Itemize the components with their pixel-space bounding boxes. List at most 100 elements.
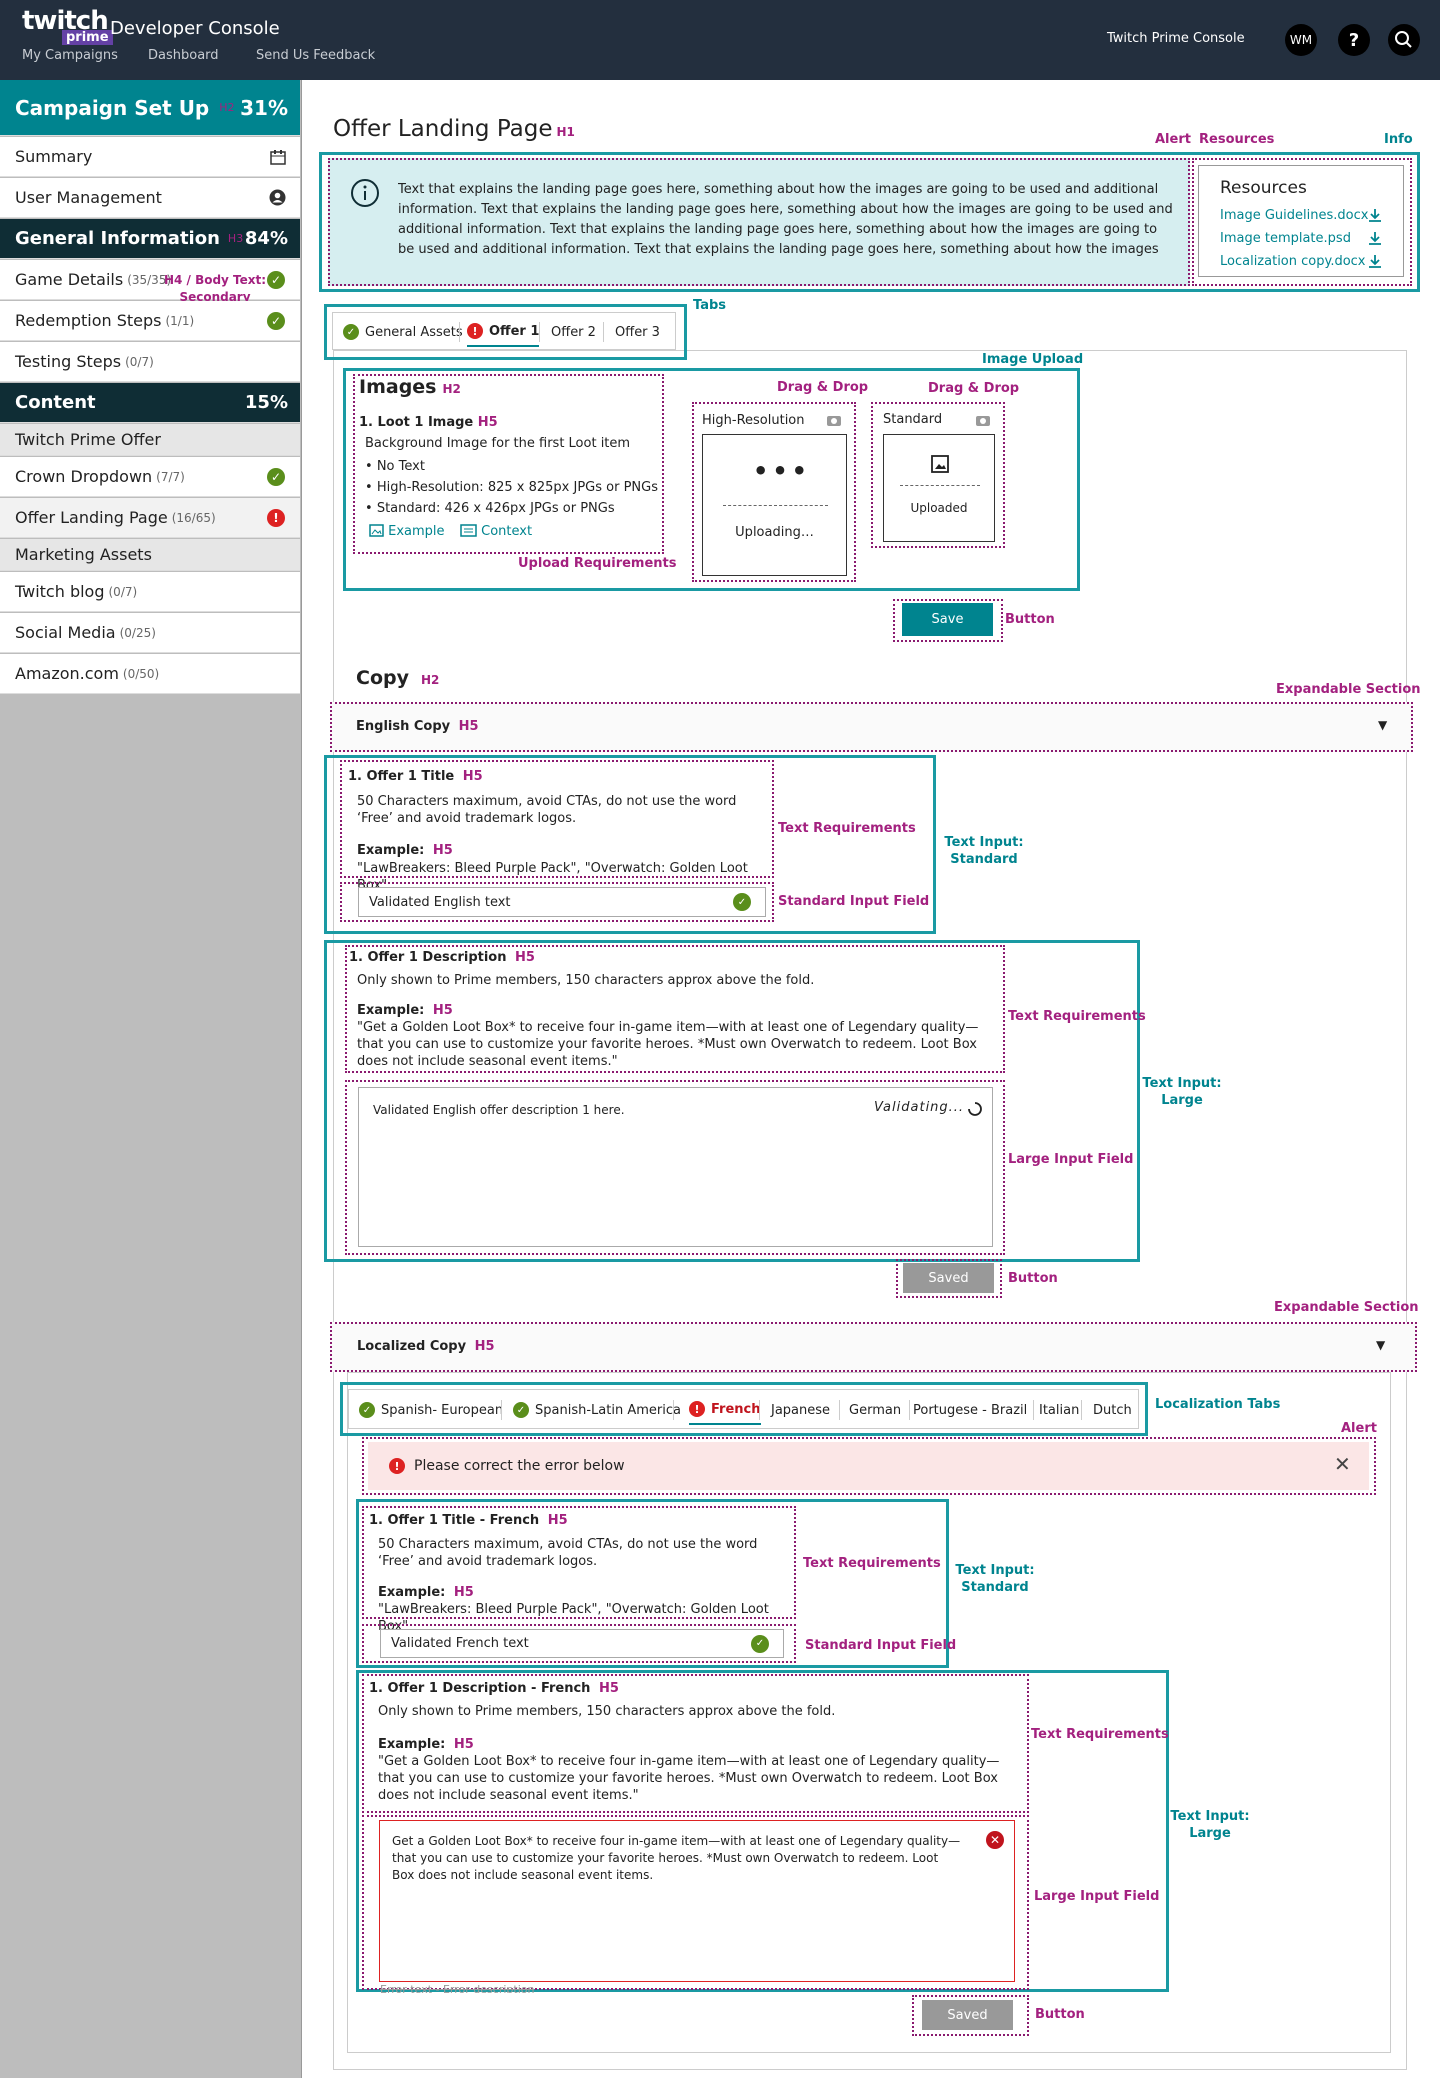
sidebar-item-amazon[interactable]: Amazon.com (0/50) bbox=[0, 654, 300, 694]
copy-title-text: Copy bbox=[356, 667, 409, 689]
group-label: Marketing Assets bbox=[15, 545, 152, 564]
tab-label: Offer 1 bbox=[489, 323, 540, 339]
tab-label: Japanese bbox=[771, 1402, 831, 1418]
download-icon[interactable] bbox=[1368, 208, 1382, 222]
tab-italian[interactable]: Italian bbox=[1039, 1395, 1079, 1425]
amazon-count: (0/50) bbox=[122, 666, 160, 681]
offer-desc-input[interactable]: Validated English offer description 1 he… bbox=[358, 1087, 993, 1247]
nav-dashboard[interactable]: Dashboard bbox=[148, 48, 219, 63]
label-text: 1. Offer 1 Description - French bbox=[369, 1681, 591, 1696]
social-label: Social Media bbox=[15, 623, 116, 642]
tab-dutch[interactable]: Dutch bbox=[1093, 1395, 1132, 1425]
uploaded-box: Uploaded bbox=[883, 434, 995, 542]
sidebar-content[interactable]: Content 15% bbox=[0, 383, 300, 423]
twitch-blog-label: Twitch blog bbox=[15, 582, 105, 601]
context-link[interactable]: Context bbox=[460, 523, 532, 540]
english-tag: H5 bbox=[458, 719, 479, 734]
resource-link[interactable]: Image template.psd bbox=[1220, 231, 1351, 246]
label-tag: H5 bbox=[515, 950, 535, 965]
resource-link[interactable]: Localization copy.docx bbox=[1220, 254, 1366, 269]
input-value: Get a Golden Loot Box* to receive four i… bbox=[392, 1834, 961, 1882]
sidebar-item-offer-landing-page[interactable]: Offer Landing Page (16/65) ! bbox=[0, 498, 300, 538]
error-clear-icon[interactable]: ✕ bbox=[986, 1831, 1004, 1849]
chevron-down-icon[interactable]: ▼ bbox=[1376, 1338, 1385, 1352]
annotation-button: Button bbox=[1005, 612, 1055, 627]
example-label: Example: H5 bbox=[378, 1584, 474, 1601]
tab-offer-1[interactable]: ! Offer 1 bbox=[467, 317, 540, 347]
tab-spanish-latin-america[interactable]: ✓ Spanish-Latin America bbox=[513, 1395, 681, 1425]
tab-portugese-brazil[interactable]: Portugese - Brazil bbox=[913, 1395, 1027, 1425]
save-button[interactable]: Save bbox=[902, 603, 993, 636]
sidebar-item-user-management[interactable]: User Management bbox=[0, 178, 300, 218]
tab-label: Offer 3 bbox=[615, 324, 660, 340]
help-icon[interactable]: ? bbox=[1338, 24, 1370, 56]
loading-dots: ••• bbox=[753, 457, 812, 485]
annotation-drag-drop: Drag & Drop bbox=[928, 381, 1020, 396]
annotation-text-req: Text Requirements bbox=[1008, 1009, 1146, 1024]
fr-title-input[interactable]: Validated French text ✓ bbox=[380, 1629, 784, 1658]
sidebar-item-redemption-steps[interactable]: Redemption Steps (1/1) ✓ bbox=[0, 301, 300, 341]
image-icon bbox=[369, 524, 384, 537]
download-icon[interactable] bbox=[1368, 254, 1382, 268]
tab-general-assets[interactable]: ✓ General Assets bbox=[343, 317, 463, 347]
tab-german[interactable]: German bbox=[849, 1395, 901, 1425]
tab-label: German bbox=[849, 1402, 902, 1418]
standard-dropzone[interactable]: Standard Uploaded bbox=[871, 402, 1005, 548]
localization-tabs: ✓ Spanish- European ✓ Spanish-Latin Americ… bbox=[348, 1389, 1139, 1429]
localized-label-text: Localized Copy bbox=[357, 1339, 467, 1354]
tab-french[interactable]: ! French bbox=[689, 1395, 761, 1425]
offer-title-req: 50 Characters maximum, avoid CTAs, do no… bbox=[357, 794, 737, 826]
check-icon: ✓ bbox=[343, 324, 359, 340]
annotation-resources: Resources bbox=[1199, 132, 1275, 147]
nav-my-campaigns[interactable]: My Campaigns bbox=[22, 48, 118, 63]
app-title: Developer Console bbox=[110, 18, 280, 39]
error-icon: ! bbox=[467, 323, 483, 339]
sidebar-item-summary[interactable]: Summary bbox=[0, 137, 300, 177]
saved-button[interactable]: Saved bbox=[922, 2000, 1013, 2030]
game-details-label: Game Details bbox=[15, 270, 124, 289]
fr-desc-input[interactable]: Get a Golden Loot Box* to receive four i… bbox=[379, 1820, 1015, 1982]
annotation-text-req: Text Requirements bbox=[803, 1556, 941, 1571]
offer-desc-requirements: 1. Offer 1 Description H5 Only shown to … bbox=[345, 945, 1005, 1073]
validating-status: Validating... bbox=[874, 1100, 965, 1115]
resource-link[interactable]: Image Guidelines.docx bbox=[1220, 208, 1368, 223]
offer-landing-label: Offer Landing Page bbox=[15, 508, 168, 527]
nav-feedback[interactable]: Send Us Feedback bbox=[256, 48, 375, 63]
download-icon[interactable] bbox=[1368, 231, 1382, 245]
sidebar-item-testing-steps[interactable]: Testing Steps (0/7) bbox=[0, 342, 300, 382]
sidebar-general-information[interactable]: General Information H3 84% bbox=[0, 219, 300, 259]
calendar-icon bbox=[270, 149, 286, 165]
annotation-button: Button bbox=[1035, 2007, 1085, 2022]
title-text: Offer Landing Page bbox=[333, 116, 553, 142]
prime-console-link[interactable]: Twitch Prime Console bbox=[1107, 31, 1245, 46]
english-copy-section[interactable]: English Copy H5 ▼ bbox=[330, 702, 1413, 752]
bullet: • No Text bbox=[365, 459, 425, 474]
example-link[interactable]: Example bbox=[369, 523, 445, 540]
localized-copy-section[interactable]: Localized Copy H5 ▼ bbox=[330, 1322, 1417, 1372]
sidebar-campaign-setup[interactable]: Campaign Set Up H2 31% bbox=[0, 80, 300, 136]
tab-label: Italian bbox=[1039, 1402, 1080, 1418]
sidebar-item-twitch-blog[interactable]: Twitch blog (0/7) bbox=[0, 572, 300, 612]
upload-requirements: Images H2 1. Loot 1 Image H5 Background I… bbox=[353, 374, 664, 554]
fr-title-requirements: 1. Offer 1 Title - French H5 50 Characte… bbox=[362, 1506, 796, 1634]
ex-tag: H5 bbox=[453, 1585, 474, 1600]
tab-japanese[interactable]: Japanese bbox=[771, 1395, 830, 1425]
tab-offer-3[interactable]: Offer 3 bbox=[615, 317, 660, 347]
input-value: Validated English offer description 1 he… bbox=[373, 1103, 625, 1117]
sidebar-item-social-media[interactable]: Social Media (0/25) bbox=[0, 613, 300, 653]
ex-tag: H5 bbox=[453, 1737, 474, 1752]
chevron-down-icon[interactable]: ▼ bbox=[1378, 718, 1387, 732]
hires-dropzone[interactable]: High-Resolution ••• Uploading… bbox=[692, 402, 856, 582]
tab-spanish-european[interactable]: ✓ Spanish- European bbox=[359, 1395, 503, 1425]
error-alert-text: Please correct the error below bbox=[414, 1458, 625, 1474]
close-icon[interactable]: ✕ bbox=[1334, 1452, 1351, 1476]
tab-offer-2[interactable]: Offer 2 bbox=[551, 317, 596, 347]
bullet: • Standard: 426 x 426px JPGs or PNGs bbox=[365, 501, 615, 516]
offer-title-input[interactable]: Validated English text ✓ bbox=[358, 887, 766, 917]
sidebar-item-crown-dropdown[interactable]: Crown Dropdown (7/7) ✓ bbox=[0, 457, 300, 497]
group-label: Twitch Prime Offer bbox=[15, 430, 161, 449]
avatar[interactable]: WM bbox=[1285, 24, 1317, 56]
search-icon[interactable] bbox=[1388, 24, 1420, 56]
social-count: (0/25) bbox=[119, 625, 156, 640]
saved-button[interactable]: Saved bbox=[903, 1263, 994, 1293]
